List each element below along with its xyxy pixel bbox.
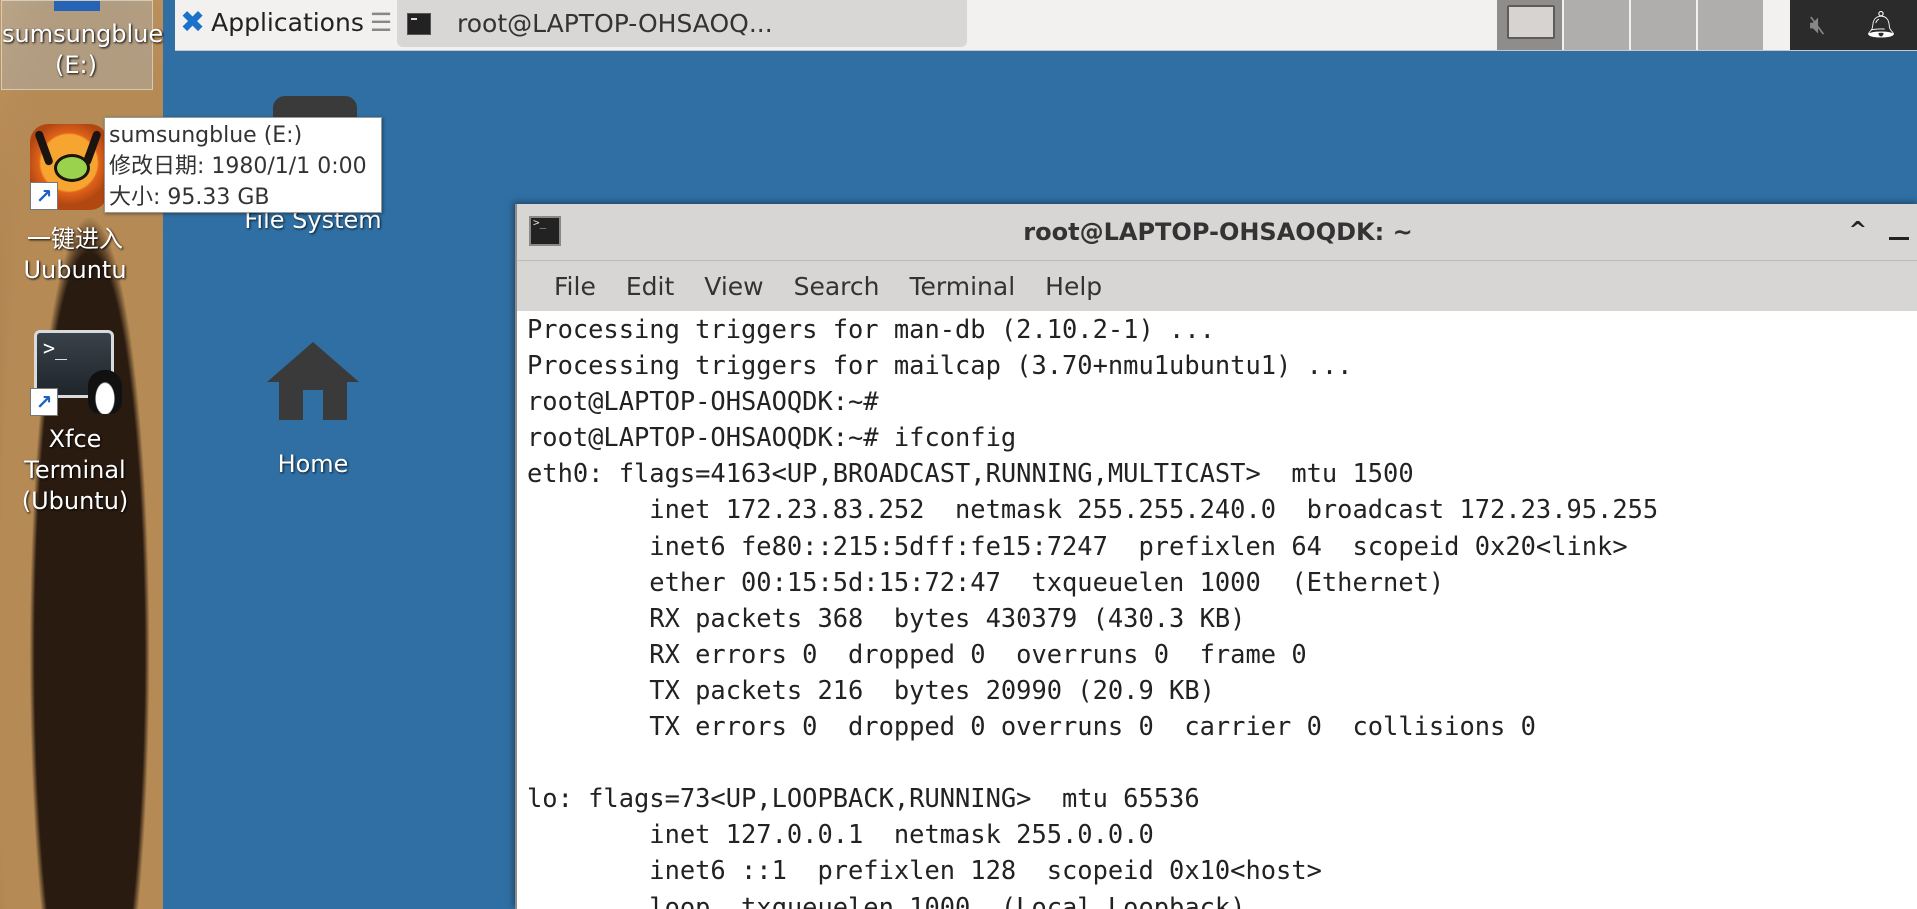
terminal-line: RX errors 0 dropped 0 overruns 0 frame 0 (527, 638, 1307, 669)
terminal-line: inet6 ::1 prefixlen 128 scopeid 0x10<hos… (527, 855, 1322, 886)
drive-tooltip: sumsungblue (E:) 修改日期: 1980/1/1 0:00 大小:… (104, 117, 382, 213)
drive-e-label: sumsungblue (E:) (2, 20, 164, 79)
tooltip-size: 大小: 95.33 GB (109, 185, 270, 210)
terminal-line: loop txqueuelen 1000 (Local Loopback) (527, 891, 1246, 909)
minimize-button[interactable] (1889, 237, 1909, 240)
terminal-output: Processing triggers for man-db (2.10.2-1… (527, 311, 1917, 909)
terminal-line: inet 172.23.83.252 netmask 255.255.240.0… (527, 494, 1659, 525)
terminal-line: root@LAPTOP-OHSAOQDK:~# ifconfig (527, 422, 1017, 453)
bell-icon[interactable]: 🔔︎ (1865, 10, 1898, 40)
xfce-terminal-label: Xfce Terminal (Ubuntu) (21, 425, 129, 515)
terminal-window: root@LAPTOP-OHSAOQDK: ~ ^ File Edit View… (515, 204, 1917, 909)
terminal-line: Processing triggers for man-db (2.10.2-1… (527, 314, 1215, 344)
applications-label: Applications (211, 7, 364, 37)
terminal-line: root@LAPTOP-OHSAOQDK:~# (527, 386, 879, 417)
menu-help[interactable]: Help (1033, 272, 1120, 301)
workspace-4[interactable] (1698, 0, 1765, 50)
workspace-switcher (1497, 0, 1765, 50)
mute-icon[interactable]: 🔇︎ (1809, 10, 1825, 41)
terminal-line: lo: flags=73<UP,LOOPBACK,RUNNING> mtu 65… (527, 783, 1200, 814)
terminal-line: RX packets 368 bytes 430379 (430.3 KB) (527, 602, 1246, 633)
terminal-line: eth0: flags=4163<UP,BROADCAST,RUNNING,MU… (527, 458, 1414, 489)
tiger-app-label: 一键进入Uubuntu (23, 225, 127, 284)
terminal-line: inet6 fe80::215:5dff:fe15:7247 prefixlen… (527, 530, 1628, 561)
top-panel: ✖ Applications ☰ root@LAPTOP-OHSAOQ... 🔇… (175, 0, 1917, 51)
drive-icon (54, 1, 100, 11)
home-icon (267, 342, 359, 420)
shortcut-arrow-icon: ↗ (30, 388, 58, 416)
menu-file[interactable]: File (542, 272, 614, 301)
terminal-icon (407, 12, 431, 35)
menu-edit[interactable]: Edit (614, 272, 692, 301)
maximize-button[interactable]: ^ (1849, 218, 1867, 243)
penguin-icon (88, 370, 122, 414)
workspace-3[interactable] (1631, 0, 1698, 50)
xfce-logo-icon: ✖ (180, 4, 206, 40)
tooltip-modified: 修改日期: 1980/1/1 0:00 (109, 154, 367, 179)
shortcut-arrow-icon: ↗ (30, 182, 58, 210)
terminal-line: TX errors 0 dropped 0 overruns 0 carrier… (527, 711, 1536, 742)
system-tray: 🔇︎ 🔔︎ (1790, 0, 1917, 50)
drive-e-icon[interactable]: sumsungblue (E:) (1, 0, 164, 90)
terminal-line: TX packets 216 bytes 20990 (20.9 KB) (527, 674, 1215, 705)
terminal-line: ether 00:15:5d:15:72:47 txqueuelen 1000 … (527, 566, 1445, 597)
workspace-1[interactable] (1497, 0, 1564, 50)
tooltip-name: sumsungblue (E:) (109, 123, 303, 148)
menu-search[interactable]: Search (782, 272, 898, 301)
xfce-terminal-shortcut[interactable]: >_ ↗ Xfce Terminal (Ubuntu) (0, 330, 150, 515)
menu-terminal[interactable]: Terminal (897, 272, 1033, 301)
taskbar-terminal-button[interactable]: root@LAPTOP-OHSAOQ... (397, 0, 967, 47)
menu-view[interactable]: View (692, 272, 781, 301)
terminal-line: Processing triggers for mailcap (3.70+nm… (527, 350, 1353, 381)
terminal-title: root@LAPTOP-OHSAOQDK: ~ (1023, 218, 1413, 246)
terminal-line: inet 127.0.0.1 netmask 255.0.0.0 (527, 819, 1154, 850)
home-label: Home (277, 450, 349, 478)
terminal-titlebar[interactable]: root@LAPTOP-OHSAOQDK: ~ ^ (517, 204, 1917, 261)
terminal-output-area[interactable]: Processing triggers for man-db (2.10.2-1… (527, 311, 1917, 909)
applications-menu-button[interactable]: ✖ Applications ☰ (178, 0, 392, 44)
taskbar-terminal-title: root@LAPTOP-OHSAOQ... (457, 9, 773, 38)
terminal-menubar: File Edit View Search Terminal Help (517, 261, 1917, 311)
workspace-2[interactable] (1564, 0, 1631, 50)
separator-icon: ☰ (369, 7, 393, 37)
